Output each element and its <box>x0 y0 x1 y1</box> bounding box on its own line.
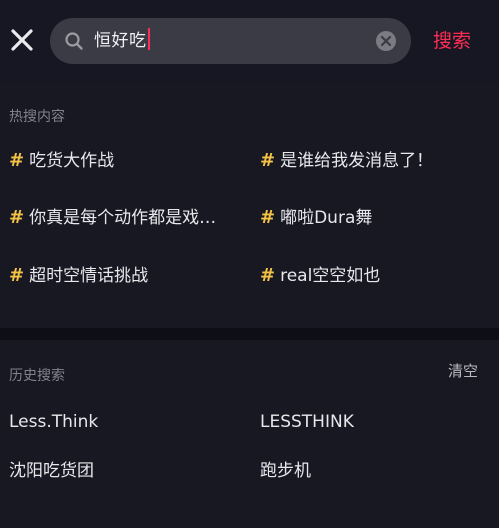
hot-item-label: 超时空情话挑战 <box>29 266 149 286</box>
hash-icon: # <box>9 150 25 171</box>
clear-history-button[interactable]: 清空 <box>448 360 478 381</box>
hot-item-label: 吃货大作战 <box>29 151 115 171</box>
hot-item-label: 是谁给我发消息了！ <box>280 151 434 171</box>
search-button[interactable]: 搜索 <box>433 26 471 56</box>
hot-item[interactable]: # 你真是每个动作都是戏… <box>9 206 216 230</box>
hot-item-label: 嘟啦Dura舞 <box>280 208 373 228</box>
hot-item-label: real空空如也 <box>280 266 381 286</box>
search-query-text: 恒好吃 <box>94 31 147 51</box>
history-item[interactable]: Less.Think <box>9 410 98 434</box>
hot-item-label: 你真是每个动作都是戏… <box>29 208 217 228</box>
hot-item[interactable]: # 是谁给我发消息了！ <box>260 149 433 173</box>
search-header: 恒好吃 搜索 <box>0 0 499 82</box>
history-item[interactable]: LESSTHINK <box>260 410 354 434</box>
hash-icon: # <box>260 207 276 228</box>
clear-circle-icon[interactable] <box>375 30 397 52</box>
history-item[interactable]: 跑步机 <box>260 459 311 483</box>
hot-item[interactable]: # real空空如也 <box>260 264 380 288</box>
history-item[interactable]: 沈阳吃货团 <box>9 459 94 483</box>
hot-item[interactable]: # 吃货大作战 <box>9 149 114 173</box>
search-input[interactable]: 恒好吃 <box>50 18 411 64</box>
hot-search-section: 热搜内容 # 吃货大作战 # 是谁给我发消息了！ # 你真是每个动作都是戏… # 嘟啦D… <box>0 82 499 328</box>
hot-item[interactable]: # 嘟啦Dura舞 <box>260 206 372 230</box>
hot-item[interactable]: # 超时空情话挑战 <box>9 264 148 288</box>
history-label: 历史搜索 <box>9 368 65 384</box>
hash-icon: # <box>9 207 25 228</box>
history-section: 历史搜索 清空 Less.Think LESSTHINK 沈阳吃货团 跑步机 <box>0 340 499 528</box>
text-caret <box>147 28 150 50</box>
close-icon[interactable] <box>6 24 38 56</box>
hash-icon: # <box>260 150 276 171</box>
hash-icon: # <box>9 265 25 286</box>
search-icon <box>64 31 84 51</box>
section-divider <box>0 328 499 340</box>
search-query[interactable]: 恒好吃 <box>94 18 150 64</box>
hash-icon: # <box>260 265 276 286</box>
hot-search-label: 热搜内容 <box>9 109 65 125</box>
